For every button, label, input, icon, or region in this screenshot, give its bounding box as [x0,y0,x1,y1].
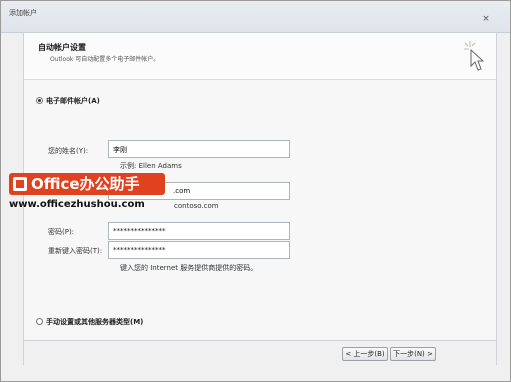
password-label: 密码(P): [48,228,75,236]
name-label: 您的姓名(Y): [48,147,89,155]
close-icon[interactable]: × [480,13,492,25]
add-account-dialog: 添加帐户 × 自动帐户设置 Outlook 可自动配置多个电子邮件帐户。 电子邮… [0,0,511,382]
header-title: 自动帐户设置 [38,43,86,52]
watermark-badge: Office办公助手 [9,173,165,195]
dialog-header: 自动帐户设置 Outlook 可自动配置多个电子邮件帐户。 [23,33,497,79]
next-button[interactable]: 下一步(N) > [390,347,436,361]
email-hint: contoso.com [174,202,219,210]
manual-setup-radio[interactable] [36,318,43,325]
dialog-footer: < 上一步(B) 下一步(N) > [23,341,497,365]
password-field[interactable]: *************** [108,222,290,240]
password-hint: 键入您的 Internet 服务提供商提供的密码。 [120,264,258,272]
manual-setup-label: 手动设置或其他服务器类型(M) [46,318,144,326]
header-subtitle: Outlook 可自动配置多个电子邮件帐户。 [50,56,160,63]
name-field[interactable]: 李刚 [108,140,290,158]
back-button[interactable]: < 上一步(B) [342,347,388,361]
name-hint: 示例: Ellen Adams [120,162,182,170]
office-logo-icon [13,177,27,191]
sparkle-cursor-icon [464,41,485,71]
retype-password-field[interactable]: *************** [108,241,290,259]
watermark-badge-text: Office办公助手 [31,175,140,193]
watermark-url: www.officezhushou.com [9,199,145,210]
retype-password-label: 重新键入密码(T): [48,247,103,255]
title-bar: 添加帐户 × [1,1,510,33]
content-panel: 电子邮件帐户(A) 您的姓名(Y): 李刚 示例: Ellen Adams .c… [23,79,497,341]
email-account-radio[interactable] [36,97,43,104]
window-title: 添加帐户 [9,9,37,17]
email-account-label: 电子邮件帐户(A) [46,97,100,105]
